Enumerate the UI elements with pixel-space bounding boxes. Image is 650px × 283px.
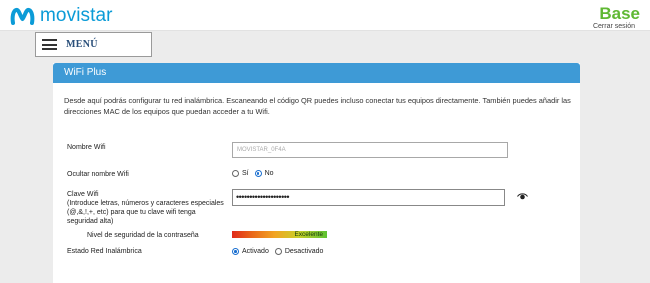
hide-name-no-label[interactable]: No: [265, 170, 274, 177]
top-bar: movistar Base Cerrar sesión: [0, 0, 650, 31]
panel-title: WiFi Plus: [53, 63, 580, 83]
network-off-radio[interactable]: [274, 248, 282, 255]
logout-link[interactable]: Cerrar sesión: [593, 23, 635, 31]
eye-icon[interactable]: [517, 192, 528, 201]
menu-label: MENÚ: [66, 39, 98, 50]
strength-text: Excelente: [294, 231, 323, 238]
hide-name-yes-radio[interactable]: [232, 170, 239, 177]
strength-label: Nivel de seguridad de la contraseña: [87, 232, 199, 239]
network-state-radio-group: Activado Desactivado: [232, 248, 329, 255]
hide-name-label: Ocultar nombre Wifi: [67, 171, 129, 178]
network-state-label: Estado Red Inalámbrica: [67, 248, 142, 255]
plan-name: Base: [599, 4, 640, 23]
brand-logo[interactable]: movistar: [10, 5, 113, 27]
network-off-label[interactable]: Desactivado: [285, 248, 324, 255]
hamburger-icon: [42, 39, 57, 50]
menu-button[interactable]: MENÚ: [35, 32, 152, 57]
password-label: Clave Wifi: [67, 191, 99, 198]
wifi-name-label: Nombre Wifi: [67, 144, 106, 151]
movistar-m-logo: [10, 7, 35, 25]
panel-intro: Desde aquí podrás configurar tu red inal…: [64, 96, 571, 116]
network-on-label[interactable]: Activado: [242, 248, 269, 255]
network-on-radio[interactable]: [232, 248, 239, 255]
hide-name-yes-label[interactable]: Sí: [242, 170, 249, 177]
password-input[interactable]: ••••••••••••••••••••: [232, 189, 505, 206]
wifi-plus-panel: WiFi Plus Desde aquí podrás configurar t…: [53, 63, 580, 283]
password-hint: (Introduce letras, números y caracteres …: [67, 200, 224, 225]
hide-name-radio-group: Sí No: [232, 170, 280, 177]
hide-name-no-radio[interactable]: [254, 170, 262, 177]
wifi-name-input[interactable]: MOVISTAR_0F4A: [232, 142, 508, 158]
brand-name: movistar: [40, 5, 113, 26]
password-strength-bar: Excelente: [232, 231, 327, 238]
